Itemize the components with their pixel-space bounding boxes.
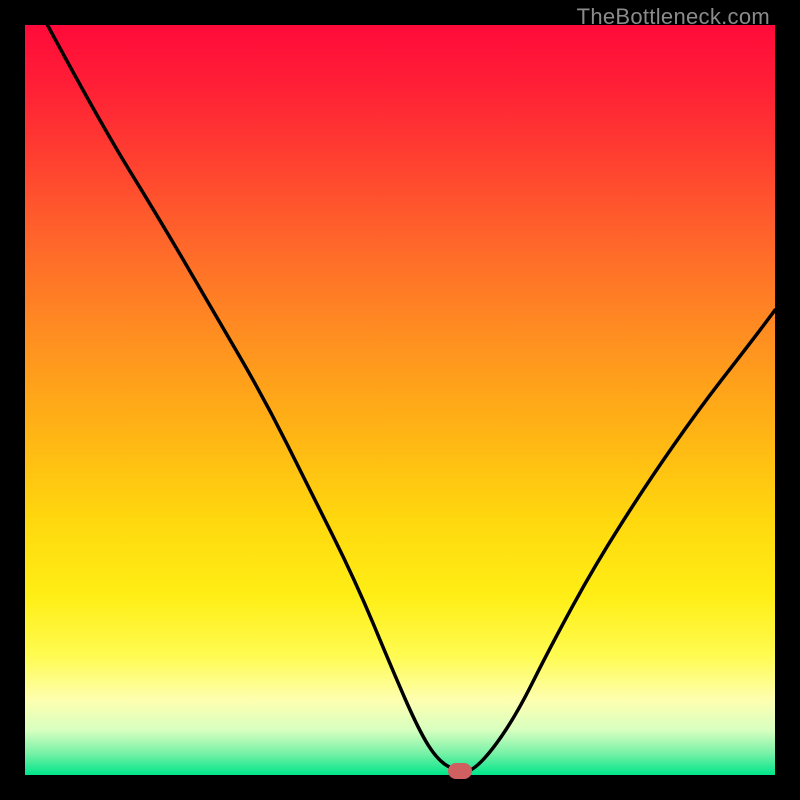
bottleneck-curve [25,25,775,775]
optimal-point-marker [448,763,472,779]
plot-area [25,25,775,775]
chart-frame: TheBottleneck.com [0,0,800,800]
